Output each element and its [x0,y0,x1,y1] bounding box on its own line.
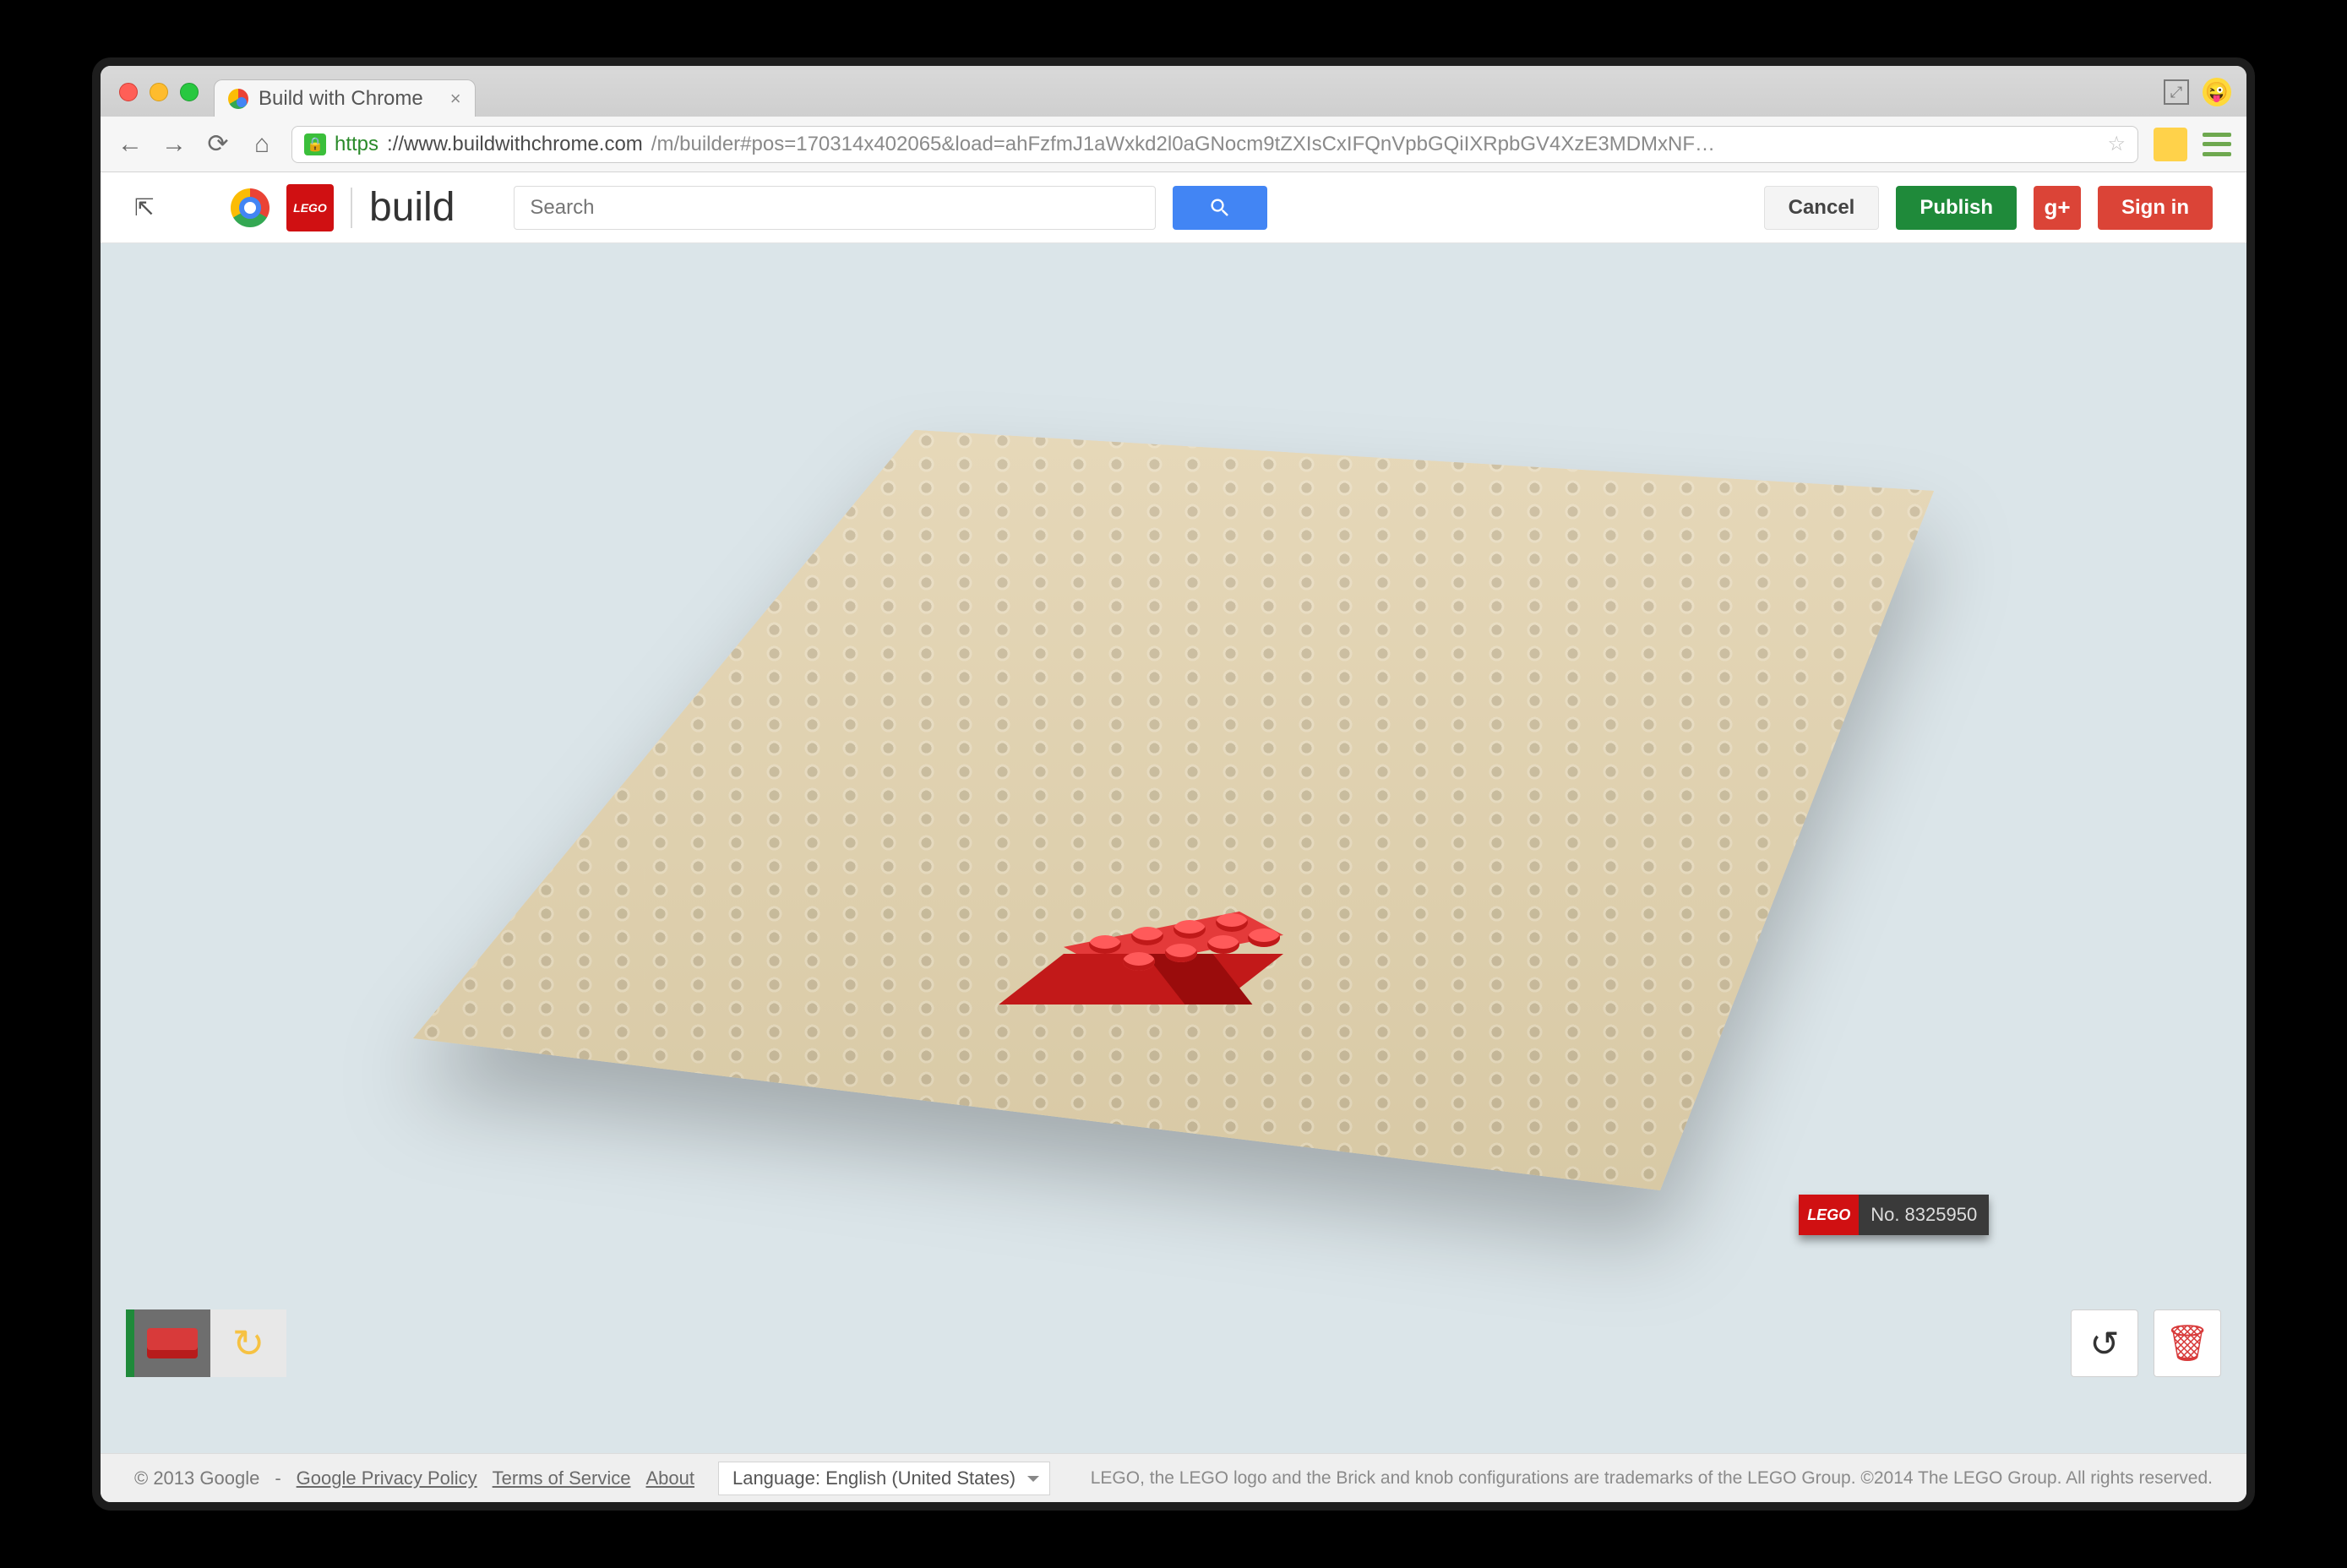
plate-number: No. 8325950 [1859,1195,1989,1235]
baseplate[interactable] [413,430,1934,1190]
google-plus-button[interactable]: g+ [2034,186,2081,230]
window-zoom-icon[interactable] [180,83,199,101]
extension-lastpass-icon[interactable] [2154,128,2187,161]
plate-number-badge: LEGO No. 8325950 [1799,1195,1989,1235]
footer-privacy-link[interactable]: Google Privacy Policy [297,1467,477,1489]
url-scheme: https [335,133,378,156]
nav-home-icon[interactable]: ⌂ [248,130,276,159]
rotate-brick-button[interactable]: ↻ [210,1309,286,1377]
cancel-button[interactable]: Cancel [1764,186,1880,230]
brick-palette: ↻ [126,1309,286,1377]
app-title: build [369,184,455,231]
footer-copyright: © 2013 Google [134,1467,259,1489]
chrome-menu-icon[interactable] [2203,133,2231,156]
extension-emoji-icon[interactable]: 😜 [2203,78,2231,106]
browser-toolbar: ← → ⟳ ⌂ 🔒 https ://www.buildwithchrome.c… [101,117,2246,172]
history-icon: ↺ [2089,1323,2119,1364]
lock-icon: 🔒 [304,133,326,155]
nav-reload-icon[interactable]: ⟳ [204,130,232,159]
browser-tab[interactable]: Build with Chrome × [214,79,476,117]
divider [351,188,352,228]
canvas-controls: ↺ 🗑 [2071,1309,2221,1377]
url-path: /m/builder#pos=170314x402065&load=ahFzfm… [651,133,1715,156]
selected-brick-button[interactable] [134,1309,210,1377]
tab-close-icon[interactable]: × [450,88,461,110]
url-bar[interactable]: 🔒 https ://www.buildwithchrome.com /m/bu… [291,126,2138,163]
nav-forward-icon[interactable]: → [160,130,188,159]
palette-handle[interactable] [126,1309,134,1377]
fullscreen-icon[interactable]: ⤢ [2164,79,2189,105]
tab-title: Build with Chrome [259,87,423,111]
sign-in-button[interactable]: Sign in [2098,186,2213,230]
chrome-logo-icon [231,188,270,227]
search-button[interactable] [1173,186,1267,230]
footer-legal: LEGO, the LEGO logo and the Brick and kn… [1091,1468,2213,1489]
bookmark-star-icon[interactable]: ☆ [2107,132,2126,156]
build-canvas[interactable]: LEGO No. 8325950 ↻ ↺ 🗑 [101,243,2246,1453]
history-button[interactable]: ↺ [2071,1309,2138,1377]
nav-back-icon[interactable]: ← [116,130,144,159]
app-footer: © 2013 Google - Google Privacy Policy Te… [101,1453,2246,1502]
url-host: ://www.buildwithchrome.com [387,133,643,156]
lego-badge-icon: LEGO [1799,1195,1859,1235]
baseplate-studs [413,430,1934,1190]
rotate-icon: ↻ [232,1320,265,1366]
footer-terms-link[interactable]: Terms of Service [493,1467,631,1489]
footer-dash: - [275,1467,280,1489]
popout-icon[interactable]: ⇱ [134,193,163,222]
placed-brick[interactable] [1064,912,1283,1004]
window-close-icon[interactable] [119,83,138,101]
window-traffic-lights [119,83,199,101]
trash-icon: 🗑 [2165,1323,2209,1364]
window-minimize-icon[interactable] [150,83,168,101]
delete-button[interactable]: 🗑 [2154,1309,2221,1377]
publish-button[interactable]: Publish [1896,186,2017,230]
language-select[interactable]: Language: English (United States) [718,1462,1050,1495]
search-icon [1208,196,1232,220]
tab-favicon-icon [228,89,248,109]
lego-logo-icon: LEGO [286,184,334,231]
search-input[interactable] [514,186,1156,230]
browser-tabstrip: Build with Chrome × ⤢ 😜 [101,66,2246,117]
footer-about-link[interactable]: About [645,1467,694,1489]
brick-icon [147,1328,198,1358]
app-header: ⇱ LEGO build Cancel Publish g+ Sign in [101,172,2246,243]
language-label: Language: English (United States) [732,1467,1016,1489]
